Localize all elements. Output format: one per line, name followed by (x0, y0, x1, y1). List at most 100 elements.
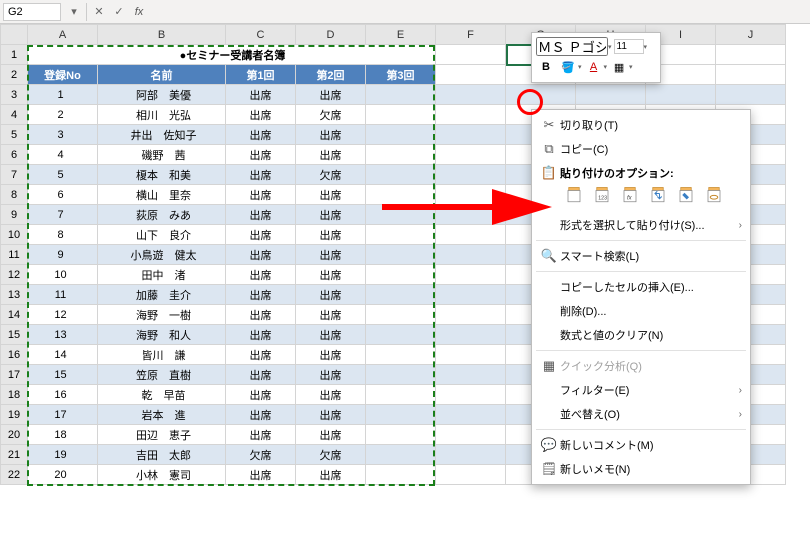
cell[interactable]: 井出 佐知子 (98, 125, 226, 145)
cell[interactable]: 岩本 進 (98, 405, 226, 425)
font-color-button[interactable]: A (584, 58, 604, 76)
cell[interactable] (436, 145, 506, 165)
cell[interactable] (576, 85, 646, 105)
cell[interactable]: 海野 和人 (98, 325, 226, 345)
cell[interactable]: 出席 (296, 225, 366, 245)
ctx-insert-copied[interactable]: コピーしたセルの挿入(E)... (532, 275, 750, 299)
cell[interactable] (506, 85, 576, 105)
cell[interactable]: 出席 (226, 425, 296, 445)
row-head-9[interactable]: 9 (1, 205, 28, 225)
cell[interactable] (366, 125, 436, 145)
cell[interactable]: 2 (28, 105, 98, 125)
row-head-5[interactable]: 5 (1, 125, 28, 145)
font-size-dd-icon[interactable]: ▾ (644, 43, 648, 51)
cell[interactable]: 出席 (226, 125, 296, 145)
row-head-10[interactable]: 10 (1, 225, 28, 245)
cell[interactable]: 出席 (226, 85, 296, 105)
font-size-select[interactable] (614, 39, 644, 54)
cell[interactable]: 海野 一樹 (98, 305, 226, 325)
cell[interactable]: 出席 (296, 345, 366, 365)
row-head-14[interactable]: 14 (1, 305, 28, 325)
borders-dd-icon[interactable]: ▾ (629, 63, 633, 71)
cell[interactable]: 15 (28, 365, 98, 385)
cell[interactable]: 出席 (296, 185, 366, 205)
title-cell[interactable]: ●セミナー受講者名簿 (28, 45, 436, 65)
cell[interactable]: 出席 (296, 465, 366, 485)
cell[interactable]: 出席 (226, 205, 296, 225)
row-head-18[interactable]: 18 (1, 385, 28, 405)
cell[interactable]: 小林 憲司 (98, 465, 226, 485)
cell[interactable]: 出席 (226, 245, 296, 265)
row-head-7[interactable]: 7 (1, 165, 28, 185)
cell[interactable] (436, 385, 506, 405)
cell[interactable]: 小鳥遊 健太 (98, 245, 226, 265)
cell[interactable]: 出席 (226, 225, 296, 245)
cell[interactable] (366, 225, 436, 245)
paste-values-icon[interactable]: 123 (590, 183, 614, 207)
paste-all-icon[interactable] (562, 183, 586, 207)
name-box-dropdown[interactable]: ▾ (64, 5, 84, 18)
hdr-4[interactable]: 第3回 (366, 65, 436, 85)
fx-cancel-icon[interactable]: ✕ (89, 5, 109, 18)
row-head-19[interactable]: 19 (1, 405, 28, 425)
cell[interactable]: 出席 (296, 325, 366, 345)
cell[interactable] (366, 285, 436, 305)
col-head-J[interactable]: J (716, 25, 786, 45)
cell[interactable]: 20 (28, 465, 98, 485)
row-head-15[interactable]: 15 (1, 325, 28, 345)
cell[interactable]: 11 (28, 285, 98, 305)
ctx-sort[interactable]: 並べ替え(O) › (532, 402, 750, 426)
borders-button[interactable]: ▦ (609, 58, 629, 76)
font-name-select[interactable] (536, 37, 608, 56)
cell[interactable] (436, 465, 506, 485)
cell[interactable]: 出席 (296, 125, 366, 145)
cell[interactable]: 欠席 (296, 165, 366, 185)
cell[interactable]: 横山 里奈 (98, 185, 226, 205)
col-head-D[interactable]: D (296, 25, 366, 45)
cell[interactable]: 6 (28, 185, 98, 205)
cell[interactable]: 19 (28, 445, 98, 465)
cell[interactable] (436, 425, 506, 445)
cell[interactable] (436, 285, 506, 305)
row-head-17[interactable]: 17 (1, 365, 28, 385)
cell[interactable]: 出席 (296, 365, 366, 385)
fill-dd-icon[interactable]: ▾ (578, 63, 582, 71)
cell[interactable]: 出席 (226, 325, 296, 345)
cell[interactable] (366, 345, 436, 365)
cell[interactable]: 1 (28, 85, 98, 105)
cell[interactable] (436, 105, 506, 125)
cell[interactable]: 8 (28, 225, 98, 245)
cell[interactable]: 出席 (226, 305, 296, 325)
font-name-dd-icon[interactable]: ▾ (608, 43, 612, 51)
cell[interactable]: 出席 (226, 365, 296, 385)
cell[interactable]: 出席 (226, 185, 296, 205)
cell[interactable]: 出席 (296, 265, 366, 285)
cell[interactable]: 出席 (296, 245, 366, 265)
cell[interactable]: 欠席 (296, 445, 366, 465)
cell[interactable] (436, 225, 506, 245)
ctx-new-note[interactable]: 🗒 新しいメモ(N) (532, 457, 750, 481)
cell[interactable] (366, 105, 436, 125)
cell[interactable]: 出席 (296, 285, 366, 305)
name-box[interactable]: G2 (3, 3, 61, 21)
cell[interactable] (366, 305, 436, 325)
font-color-dd-icon[interactable]: ▾ (604, 63, 608, 71)
cell[interactable]: 出席 (226, 165, 296, 185)
cell[interactable]: 出席 (296, 405, 366, 425)
formula-input[interactable] (149, 10, 810, 14)
cell[interactable] (436, 345, 506, 365)
row-head-1[interactable]: 1 (1, 45, 28, 65)
cell[interactable]: 相川 光弘 (98, 105, 226, 125)
col-head-C[interactable]: C (226, 25, 296, 45)
ctx-copy[interactable]: ⧉ コピー(C) (532, 137, 750, 161)
cell[interactable]: 5 (28, 165, 98, 185)
hdr-2[interactable]: 第1回 (226, 65, 296, 85)
paste-formatting-icon[interactable] (674, 183, 698, 207)
ctx-paste-special[interactable]: 形式を選択して貼り付け(S)... › (532, 213, 750, 237)
row-head-4[interactable]: 4 (1, 105, 28, 125)
cell[interactable] (366, 405, 436, 425)
cell[interactable] (366, 245, 436, 265)
select-all-corner[interactable] (1, 25, 28, 45)
cell[interactable]: 出席 (296, 205, 366, 225)
cell[interactable] (436, 125, 506, 145)
